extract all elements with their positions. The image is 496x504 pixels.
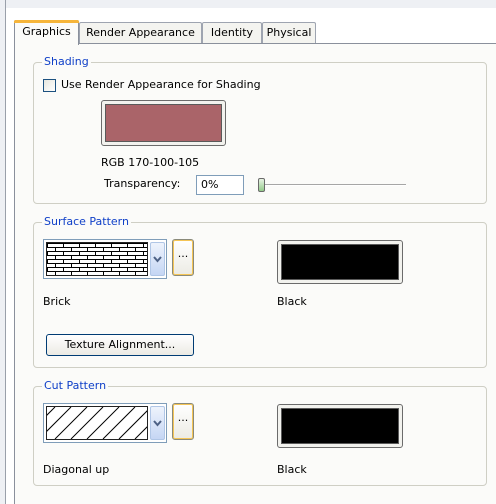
cut-pattern-more-button[interactable]: ... <box>172 403 194 440</box>
surface-pattern-more-button[interactable]: ... <box>172 239 194 276</box>
chevron-down-icon <box>153 256 162 263</box>
graphics-panel: Shading Use Render Appearance for Shadin… <box>14 43 496 504</box>
tab-render-appearance[interactable]: Render Appearance <box>79 22 202 43</box>
surface-pattern-name: Brick <box>43 295 71 308</box>
cut-pattern-dropdown[interactable] <box>43 403 167 443</box>
surface-pattern-group: Surface Pattern ... Brick Black Texture … <box>33 215 487 368</box>
shading-group: Shading Use Render Appearance for Shadin… <box>33 55 487 204</box>
texture-alignment-button[interactable]: Texture Alignment... <box>46 334 194 356</box>
tab-identity[interactable]: Identity <box>202 22 262 43</box>
transparency-label: Transparency: <box>104 177 181 190</box>
shading-legend: Shading <box>42 55 91 69</box>
shading-color-swatch <box>105 104 222 142</box>
tab-physical[interactable]: Physical <box>262 22 316 43</box>
cut-pattern-legend: Cut Pattern <box>42 379 109 393</box>
chevron-down-icon <box>153 420 162 427</box>
diagonal-up-pattern-preview <box>46 406 148 440</box>
cut-pattern-color-button[interactable] <box>277 404 403 448</box>
surface-pattern-dropdown-button[interactable] <box>150 242 165 276</box>
surface-pattern-legend: Surface Pattern <box>42 215 131 229</box>
cut-pattern-color-swatch <box>281 408 399 444</box>
slider-thumb-icon[interactable] <box>258 178 265 192</box>
transparency-slider[interactable] <box>258 176 408 194</box>
transparency-input[interactable]: 0% <box>196 175 244 195</box>
use-render-appearance-label: Use Render Appearance for Shading <box>61 78 261 91</box>
brick-pattern-preview <box>46 242 148 276</box>
window-left-edge <box>0 0 6 504</box>
surface-pattern-dropdown[interactable] <box>43 239 167 279</box>
shading-color-button[interactable] <box>101 100 226 146</box>
surface-pattern-color-swatch <box>281 244 399 280</box>
tab-graphics[interactable]: Graphics <box>14 20 79 45</box>
cut-pattern-dropdown-button[interactable] <box>150 406 165 440</box>
cut-pattern-group: Cut Pattern ... Diagonal up Black <box>33 379 487 486</box>
window-top-edge <box>0 0 496 8</box>
cut-pattern-name: Diagonal up <box>43 463 110 476</box>
surface-pattern-color-button[interactable] <box>277 240 403 284</box>
shading-rgb-label: RGB 170-100-105 <box>101 156 200 169</box>
surface-pattern-color-label: Black <box>277 295 307 308</box>
use-render-appearance-checkbox[interactable] <box>43 79 56 92</box>
cut-pattern-color-label: Black <box>277 463 307 476</box>
slider-track <box>258 184 406 186</box>
